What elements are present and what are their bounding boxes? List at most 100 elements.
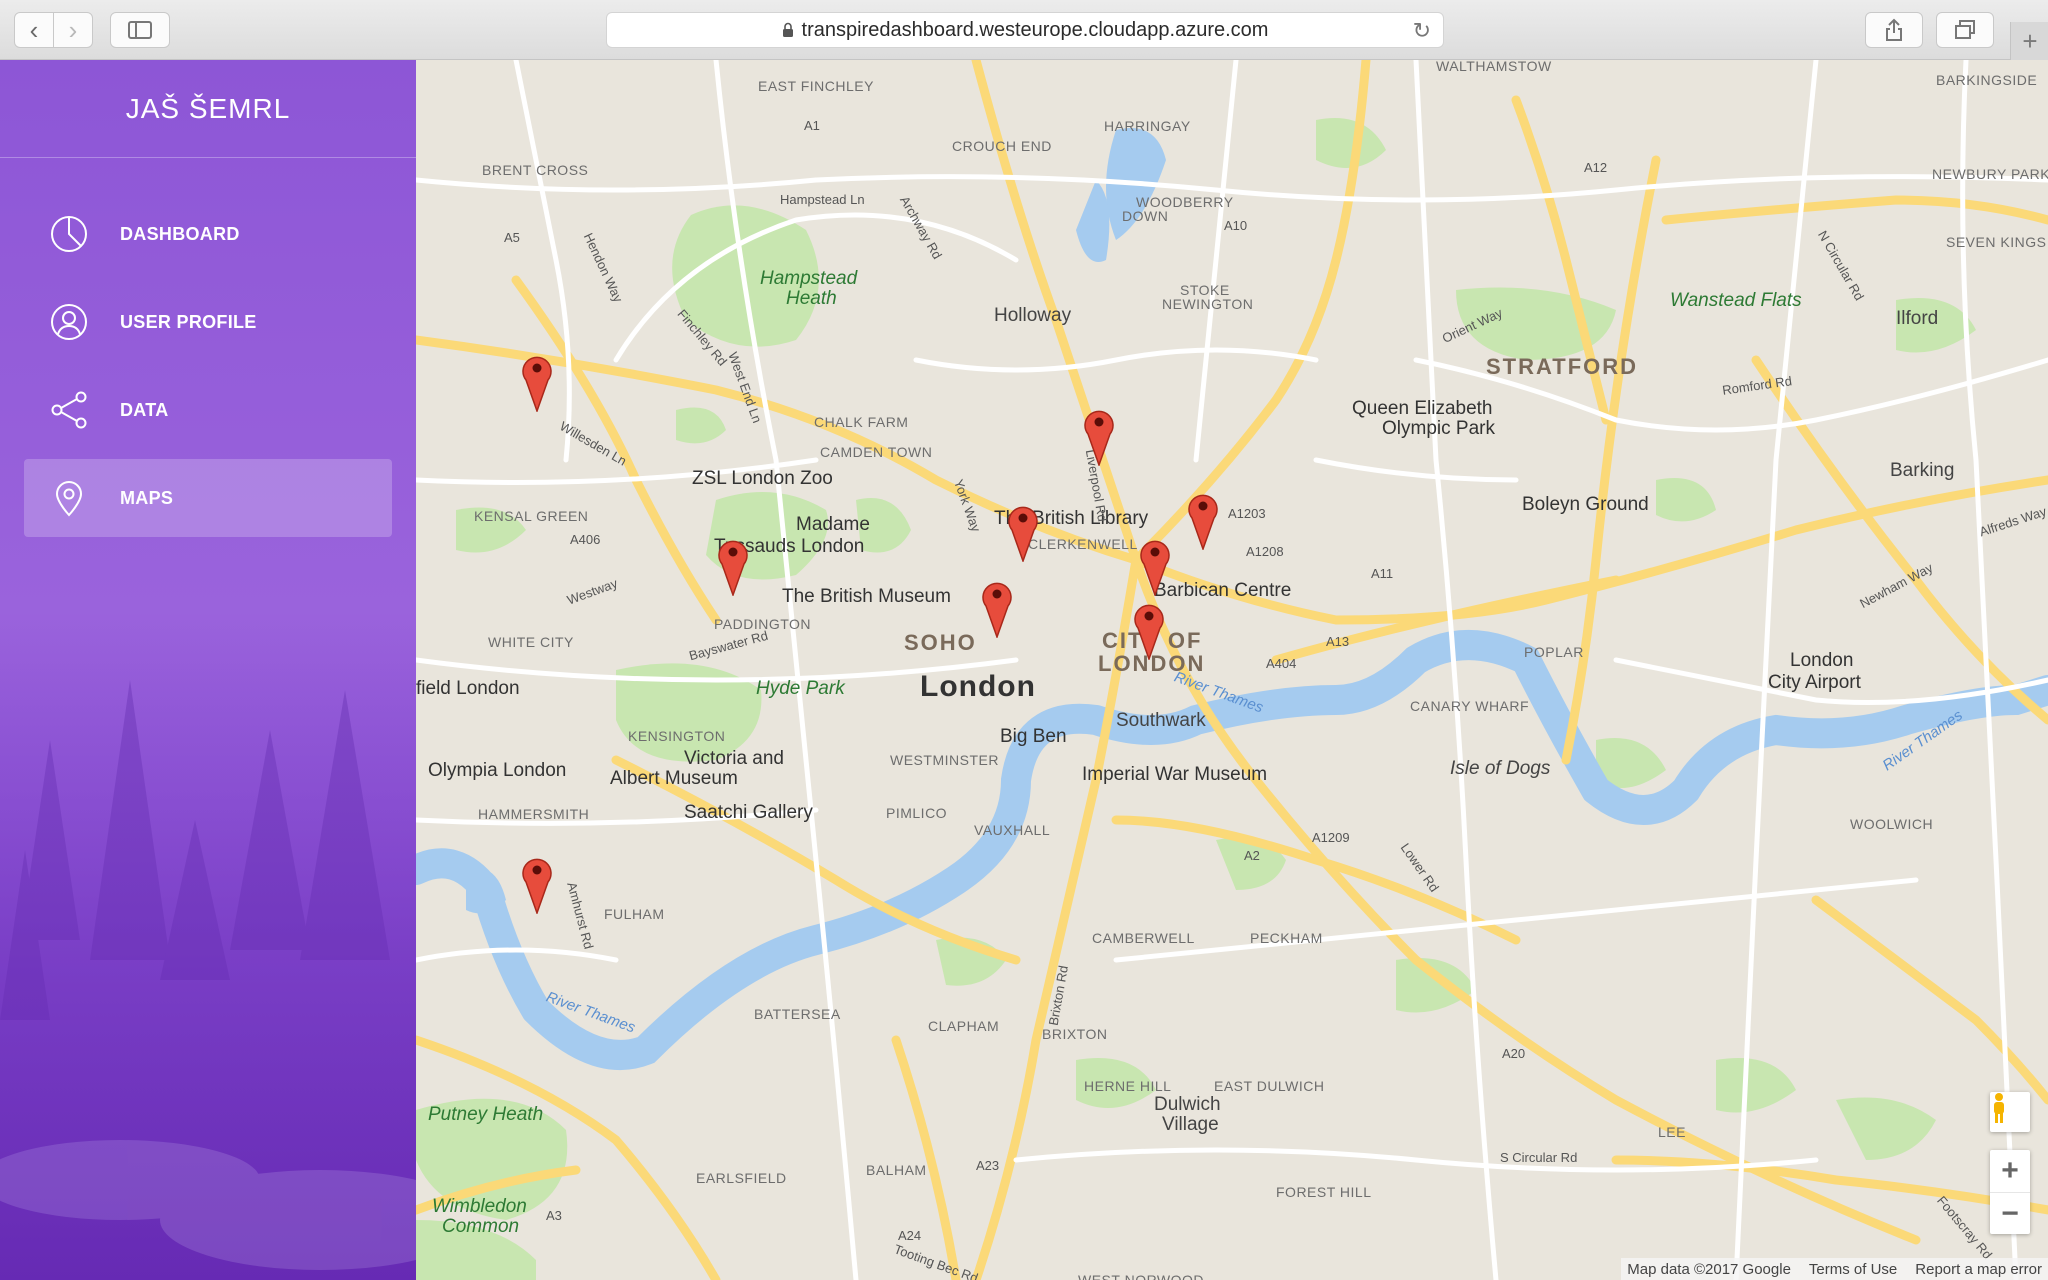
city-label: London xyxy=(920,670,1036,703)
poi-label: London xyxy=(1790,650,1854,671)
map-marker[interactable] xyxy=(520,350,554,412)
map-marker[interactable] xyxy=(1186,488,1220,550)
park-label: Wanstead Flats xyxy=(1670,290,1802,311)
sidebar-item-dashboard[interactable]: DASHBOARD xyxy=(24,195,392,273)
sidebar-toggle-button[interactable] xyxy=(110,12,170,48)
street-label: Hampstead Ln xyxy=(780,192,865,207)
chevron-left-icon: ‹ xyxy=(29,15,39,45)
area-label: WESTMINSTER xyxy=(890,752,999,768)
map-marker[interactable] xyxy=(716,534,750,596)
area-label: LEE xyxy=(1658,1124,1686,1140)
area-label: HARRINGAY xyxy=(1104,118,1191,134)
area-label: Isle of Dogs xyxy=(1450,758,1551,779)
park-label: Wimbledon xyxy=(432,1196,527,1217)
area-label: BRIXTON xyxy=(1042,1026,1108,1042)
poi-label: City Airport xyxy=(1768,672,1861,693)
road-label: A13 xyxy=(1326,634,1350,649)
browser-toolbar: ‹ › transpiredashboard.westeurope.clouda… xyxy=(0,0,2048,60)
map-marker[interactable] xyxy=(1132,598,1166,660)
area-label: CANARY WHARF xyxy=(1410,698,1530,714)
road-label: A1209 xyxy=(1312,830,1350,845)
share-button[interactable] xyxy=(1865,12,1923,48)
map-marker[interactable] xyxy=(1138,534,1172,596)
area-label: BARKINGSIDE xyxy=(1936,72,2038,88)
new-tab-button[interactable]: + xyxy=(2010,22,2048,60)
map-marker[interactable] xyxy=(1006,500,1040,562)
area-label: FULHAM xyxy=(604,906,665,922)
sidebar-item-data[interactable]: DATA xyxy=(24,371,392,449)
map-data-credit: Map data ©2017 Google xyxy=(1627,1260,1791,1278)
road-label: A12 xyxy=(1584,160,1608,175)
area-label: EAST DULWICH xyxy=(1214,1078,1325,1094)
chevron-right-icon: › xyxy=(68,15,78,45)
road-label: A1 xyxy=(804,118,820,133)
poi-label: The British Museum xyxy=(782,586,951,607)
area-label: KENSAL GREEN xyxy=(474,508,589,524)
sidebar-item-label: MAPS xyxy=(120,487,174,508)
map-marker[interactable] xyxy=(1082,404,1116,466)
pegman-icon xyxy=(1994,1093,2004,1123)
area-label: HAMMERSMITH xyxy=(478,806,590,822)
map-attribution: Map data ©2017 Google Terms of Use Repor… xyxy=(1621,1258,2048,1280)
park-label: Hampstead xyxy=(760,268,858,289)
area-label: EARLSFIELD xyxy=(696,1170,787,1186)
address-bar[interactable]: transpiredashboard.westeurope.cloudapp.a… xyxy=(606,12,1444,48)
area-label: POPLAR xyxy=(1524,644,1584,660)
poi-label: Boleyn Ground xyxy=(1522,494,1649,515)
area-label: PIMLICO xyxy=(886,805,948,821)
poi-label: Imperial War Museum xyxy=(1082,764,1268,785)
area-label: WHITE CITY xyxy=(488,634,574,650)
share-nodes-icon xyxy=(51,391,87,429)
terms-link[interactable]: Terms of Use xyxy=(1809,1261,1897,1278)
google-map[interactable]: London SOHO CITY OF LONDON STRATFORD Hol… xyxy=(416,60,2048,1280)
forest-background-image xyxy=(0,620,416,1280)
sidebar-item-user-profile[interactable]: USER PROFILE xyxy=(24,283,392,361)
park-label: Heath xyxy=(786,288,837,309)
zoom-out-button[interactable]: − xyxy=(1990,1193,2030,1235)
poi-label: Madame xyxy=(796,514,870,535)
poi-label: Olympic Park xyxy=(1382,418,1495,439)
area-label: Ilford xyxy=(1896,308,1939,329)
area-label: Dulwich xyxy=(1154,1094,1221,1115)
area-label: WOOLWICH xyxy=(1850,816,1934,832)
forward-button[interactable]: › xyxy=(53,12,93,48)
area-label: DOWN xyxy=(1122,208,1169,224)
poi-label: field London xyxy=(416,678,520,699)
area-label: BRENT CROSS xyxy=(482,162,589,178)
back-button[interactable]: ‹ xyxy=(14,12,54,48)
park-label: Common xyxy=(442,1216,520,1237)
share-icon xyxy=(1886,18,1902,41)
area-label: KENSINGTON xyxy=(628,728,726,744)
zoom-in-button[interactable]: + xyxy=(1990,1150,2030,1193)
reload-icon[interactable]: ↻ xyxy=(1413,18,1431,44)
brand-title[interactable]: JAŠ ŠEMRL xyxy=(0,60,416,158)
area-label: NEWBURY PARK xyxy=(1932,166,2048,182)
poi-label: Albert Museum xyxy=(610,768,738,789)
sidebar-item-maps[interactable]: MAPS xyxy=(24,459,392,537)
report-error-link[interactable]: Report a map error xyxy=(1915,1261,2042,1278)
poi-label: ZSL London Zoo xyxy=(692,468,833,489)
area-label: Holloway xyxy=(994,305,1072,326)
road-label: A5 xyxy=(504,230,520,245)
district-label: STRATFORD xyxy=(1486,354,1639,379)
poi-label: Saatchi Gallery xyxy=(684,802,813,823)
area-label: CAMBERWELL xyxy=(1092,930,1195,946)
street-view-pegman[interactable] xyxy=(1990,1092,2030,1132)
map-marker[interactable] xyxy=(980,576,1014,638)
area-label: CLAPHAM xyxy=(928,1018,1000,1034)
area-label: VAUXHALL xyxy=(974,822,1051,838)
show-tabs-button[interactable] xyxy=(1936,12,1994,48)
sidebar-item-label: USER PROFILE xyxy=(120,311,257,332)
area-label: CAMDEN TOWN xyxy=(820,444,933,460)
url-text: transpiredashboard.westeurope.cloudapp.a… xyxy=(801,18,1269,41)
area-label: Village xyxy=(1162,1114,1219,1135)
area-label: Southwark xyxy=(1116,710,1206,731)
park-label: Putney Heath xyxy=(428,1104,544,1125)
lock-icon xyxy=(782,22,793,37)
road-label: A23 xyxy=(976,1158,1000,1173)
area-label: WALTHAMSTOW xyxy=(1436,60,1552,74)
tabs-icon xyxy=(1955,20,1975,39)
road-label: A1203 xyxy=(1228,506,1266,521)
map-marker[interactable] xyxy=(520,852,554,914)
area-label: NEWINGTON xyxy=(1162,296,1254,312)
